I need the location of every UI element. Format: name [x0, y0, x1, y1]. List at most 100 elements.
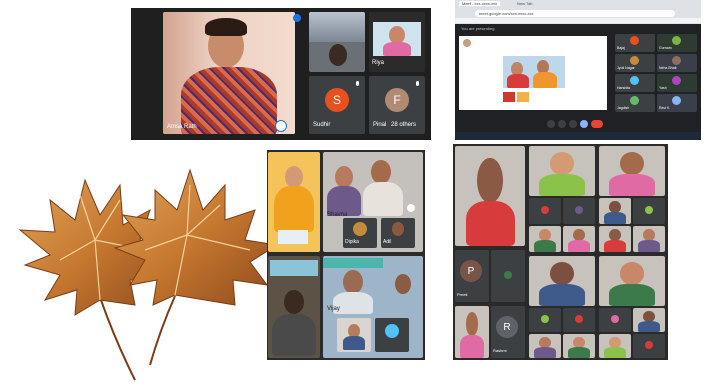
- participant-tile[interactable]: Yash: [657, 74, 697, 92]
- url-text: meet.google.com/xxx-xxxx-xxx: [479, 11, 534, 16]
- participant-tile[interactable]: [633, 308, 665, 332]
- participant-tile[interactable]: [633, 226, 665, 252]
- avatar: [385, 324, 399, 338]
- participant-tile[interactable]: F Pinal 28 others: [369, 76, 425, 134]
- address-bar[interactable]: meet.google.com/xxx-xxxx-xxx: [475, 10, 675, 17]
- present-button[interactable]: [580, 120, 588, 128]
- others-count: 28 others: [391, 122, 417, 128]
- participant-tile[interactable]: Neha Bhatt: [657, 54, 697, 72]
- meet-area: You are presenting Bajaj Gurnam Jyoti Naga…: [455, 24, 701, 132]
- camera-button[interactable]: [558, 120, 566, 128]
- mic-off-icon: [413, 79, 422, 88]
- participant-tile[interactable]: S Sudhir: [309, 76, 365, 134]
- participant-tile[interactable]: R Rashmi: [491, 306, 525, 358]
- participant-tile[interactable]: [455, 146, 525, 246]
- participant-tile[interactable]: Bajaj: [615, 34, 655, 52]
- participant-tile[interactable]: Riya: [369, 12, 425, 72]
- pin-icon[interactable]: [293, 14, 301, 22]
- participant-tile[interactable]: Ravi K: [657, 94, 697, 112]
- avatar: [672, 56, 681, 65]
- participant-tile[interactable]: [599, 334, 631, 358]
- participant-tile[interactable]: Gurnam: [657, 34, 697, 52]
- participant-tile[interactable]: [455, 306, 489, 358]
- avatar: P: [460, 260, 482, 282]
- main-video-tile[interactable]: Amsa Rath: [163, 12, 295, 134]
- small-tile[interactable]: Dipika: [343, 218, 377, 248]
- meet-call-panel-4: P Preeti R Rashmi: [453, 144, 668, 360]
- adult-body: [533, 72, 557, 88]
- small-tile[interactable]: Adil: [381, 218, 415, 248]
- mic-icon[interactable]: [275, 120, 287, 132]
- participant-tile[interactable]: [563, 226, 595, 252]
- participant-tile[interactable]: [599, 308, 631, 332]
- participant-tile[interactable]: [268, 256, 320, 358]
- participant-tile[interactable]: Harshita: [615, 74, 655, 92]
- participant-tile[interactable]: Bhavna Dipika Adil: [323, 152, 423, 252]
- participant-tile[interactable]: Jyoti Nagar: [615, 54, 655, 72]
- avatar: F: [385, 88, 409, 112]
- participant-face: [539, 336, 551, 348]
- participant-tile[interactable]: [599, 146, 665, 196]
- thumb-image: [503, 92, 515, 102]
- participant-tile[interactable]: P Preeti: [455, 250, 489, 302]
- participant-body: [533, 347, 557, 358]
- participant-body: [538, 173, 586, 196]
- participant-face: [395, 274, 411, 294]
- participant-name: Harshita: [617, 86, 631, 90]
- participant-name: Yash: [659, 86, 667, 90]
- tab-new[interactable]: New Tab: [517, 1, 533, 6]
- participant-tile[interactable]: [309, 12, 365, 72]
- participant-body: [567, 347, 591, 358]
- participant-tile[interactable]: Vijay: [323, 256, 423, 358]
- participant-body: [567, 240, 591, 252]
- participant-tile[interactable]: [599, 198, 631, 224]
- participant-face: [550, 152, 574, 175]
- small-tile[interactable]: [337, 318, 371, 352]
- participant-tile[interactable]: [268, 152, 320, 252]
- participant-face: [329, 44, 347, 66]
- participant-tile[interactable]: [633, 198, 665, 224]
- presentation-screen[interactable]: [459, 36, 607, 110]
- participant-tile[interactable]: [529, 308, 561, 332]
- mic-button[interactable]: [547, 120, 555, 128]
- room-window: [309, 12, 365, 42]
- participant-face: [284, 290, 304, 314]
- participant-tile[interactable]: [529, 256, 595, 306]
- participant-tile[interactable]: [529, 334, 561, 358]
- participant-name: Gurnam: [659, 46, 672, 50]
- participant-tile[interactable]: [529, 226, 561, 252]
- participant-tile[interactable]: [633, 334, 665, 358]
- tab-meet[interactable]: Meet - xxx-xxxx-xxx: [459, 1, 501, 6]
- participant-tile[interactable]: [599, 226, 631, 252]
- participant-tile[interactable]: [563, 198, 595, 224]
- participant-tile[interactable]: [599, 256, 665, 306]
- avatar: [645, 341, 653, 349]
- avatar: [504, 271, 512, 279]
- participant-face: [643, 310, 655, 322]
- mic-icon[interactable]: [407, 204, 415, 212]
- participant-face: [465, 312, 479, 336]
- avatar: S: [325, 88, 349, 112]
- participant-tile[interactable]: [529, 146, 595, 196]
- participant-name: Jyoti Nagar: [617, 66, 635, 70]
- presenter-hair: [205, 18, 247, 36]
- participant-body: [603, 240, 627, 252]
- presenter-name: Amsa Rath: [167, 124, 197, 130]
- participant-tile[interactable]: Jagdish: [615, 94, 655, 112]
- thumb-image: [517, 92, 529, 102]
- captions-button[interactable]: [569, 120, 577, 128]
- participant-name: Sudhir: [313, 122, 331, 128]
- participant-face: [539, 229, 551, 241]
- end-call-button[interactable]: [591, 120, 603, 128]
- participant-tile[interactable]: [529, 198, 561, 224]
- participant-tile[interactable]: [563, 308, 595, 332]
- participant-tile[interactable]: [491, 250, 525, 302]
- participant-tile[interactable]: [563, 334, 595, 358]
- small-tile[interactable]: [375, 318, 409, 352]
- participant-body: [637, 240, 661, 252]
- participant-face: [371, 160, 391, 184]
- mic-off-icon: [353, 79, 362, 88]
- participant-face: [609, 229, 621, 241]
- participant-name: Bajaj: [617, 46, 625, 50]
- browser-window: Meet - xxx-xxxx-xxx New Tab meet.google.…: [455, 0, 701, 140]
